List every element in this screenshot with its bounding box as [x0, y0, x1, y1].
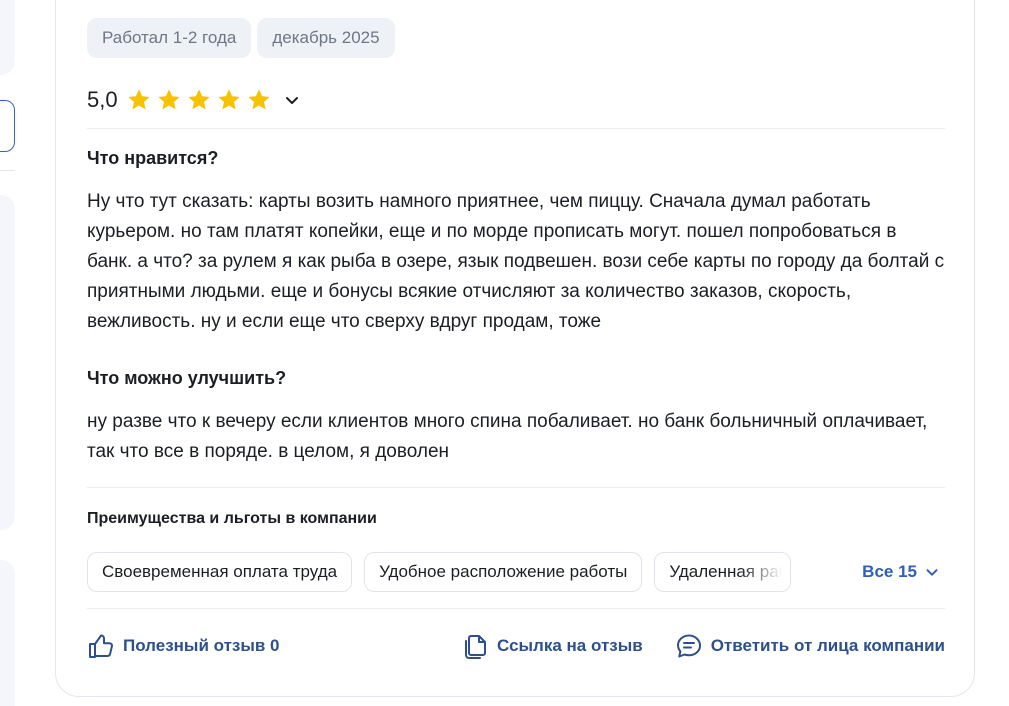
chat-bubble-icon [676, 634, 701, 658]
section-divider [87, 128, 945, 129]
left-panel-input[interactable] [0, 100, 15, 152]
tenure-tag: Работал 1-2 года [87, 18, 252, 58]
copy-review-link-label: Ссылка на отзыв [497, 636, 643, 655]
left-panel-card [0, 560, 15, 706]
review-actions: Полезный отзыв 0 Ссылка на отзыв Ответит… [87, 628, 945, 664]
star-icon [217, 89, 240, 110]
likes-text: Ну что тут сказать: карты возить намного… [87, 191, 945, 332]
benefit-chip: Удобное расположение работы [364, 552, 643, 592]
benefit-chip: Своевременная оплата труда [87, 552, 353, 592]
section-divider [87, 608, 945, 609]
star-icon [187, 89, 210, 110]
reply-as-company-label: Ответить от лица компании [710, 636, 945, 655]
benefit-chip: Удаленная работа [654, 552, 792, 592]
useful-review-label: Полезный отзыв 0 [123, 636, 280, 655]
left-panel-divider [0, 170, 15, 171]
benefits-list: Своевременная оплата труда Удобное распо… [87, 552, 945, 592]
thumbs-up-icon [89, 634, 113, 658]
benefits-heading: Преимущества и льготы в компании [87, 510, 377, 527]
improve-text: ну разве что к вечеру если клиентов мног… [87, 411, 928, 462]
left-panel-card [0, 0, 15, 75]
show-all-benefits-button[interactable]: Все 15 [862, 562, 941, 582]
page: Работал 1-2 года декабрь 2025 5,0 Что нр… [0, 0, 1009, 706]
rating-row: 5,0 [87, 81, 945, 119]
copy-review-link-button[interactable]: Ссылка на отзыв [463, 632, 643, 660]
section-divider [87, 487, 945, 488]
copy-icon [465, 635, 487, 659]
star-icon [247, 89, 270, 110]
improve-heading: Что можно улучшить? [87, 368, 287, 388]
rating-stars [126, 87, 272, 113]
star-icon [157, 89, 180, 110]
likes-heading: Что нравится? [87, 148, 219, 168]
chevron-down-icon[interactable] [282, 90, 302, 110]
date-tag: декабрь 2025 [257, 18, 395, 58]
chevron-down-icon [926, 569, 938, 576]
review-tags: Работал 1-2 года декабрь 2025 [87, 18, 945, 58]
useful-review-button[interactable]: Полезный отзыв 0 [87, 632, 280, 660]
left-panel-card [0, 195, 15, 530]
show-all-label: Все 15 [862, 562, 917, 581]
reply-as-company-button[interactable]: Ответить от лица компании [675, 632, 945, 660]
rating-score: 5,0 [87, 87, 118, 112]
star-icon [127, 89, 150, 110]
review-card: Работал 1-2 года декабрь 2025 5,0 Что нр… [55, 0, 975, 697]
